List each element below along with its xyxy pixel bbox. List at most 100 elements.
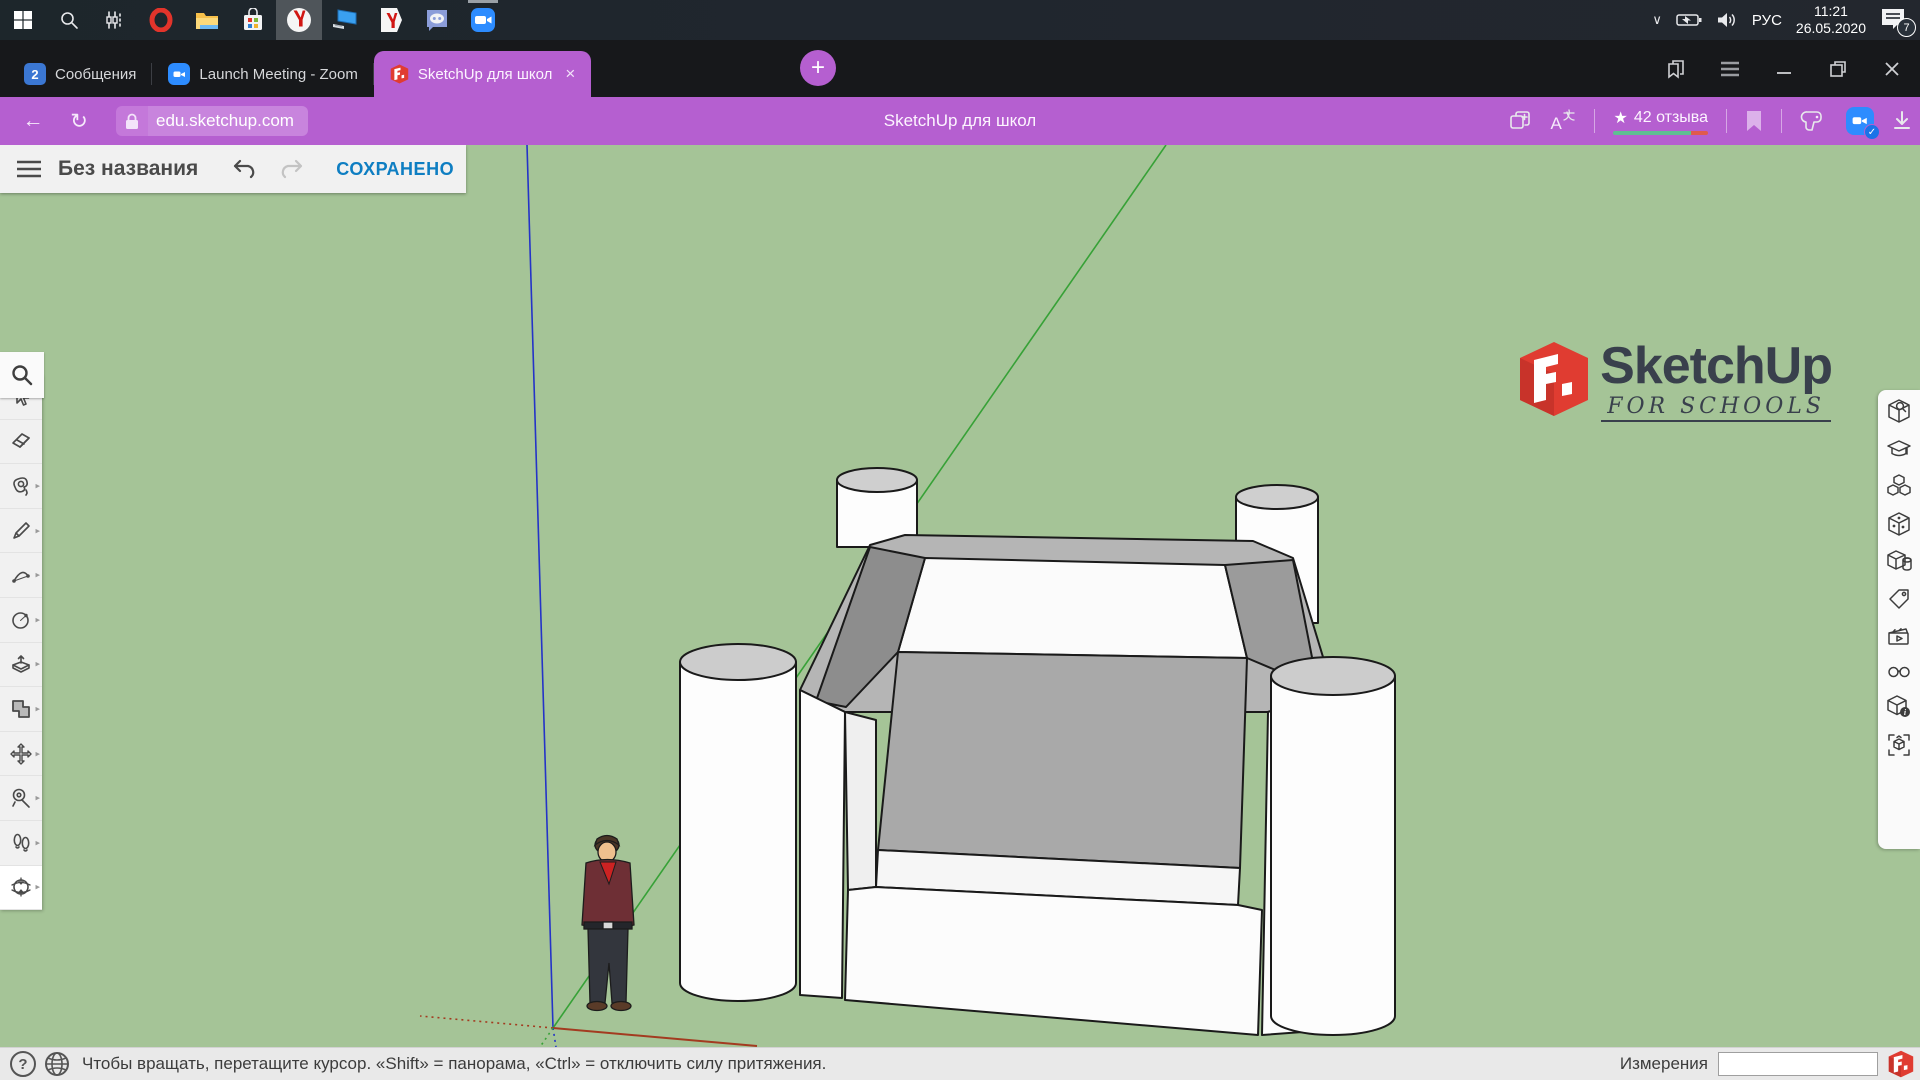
tab-zoom-meeting[interactable]: Launch Meeting - Zoom	[152, 51, 373, 97]
document-title[interactable]: Без названия	[58, 157, 198, 181]
tower-front-right	[1271, 657, 1395, 1035]
tool-circle[interactable]: ▸	[0, 598, 42, 643]
taskbar-zoom-button[interactable]	[460, 0, 506, 40]
reload-button[interactable]: ↻	[56, 109, 102, 134]
action-center-button[interactable]: 7	[1880, 7, 1910, 33]
translate-icon[interactable]: A	[1550, 108, 1576, 134]
castle-model[interactable]	[680, 468, 1395, 1035]
add-to-collection-icon[interactable]	[1508, 109, 1532, 133]
app-menu-button[interactable]	[0, 160, 58, 178]
left-wall-front	[800, 690, 845, 998]
battery-icon[interactable]	[1676, 13, 1702, 27]
volume-icon[interactable]	[1716, 11, 1738, 29]
windows-taskbar: ∨ РУС 11:21 26.05.2020 7	[0, 0, 1920, 40]
menu-icon	[1720, 61, 1740, 77]
search-tool-button[interactable]	[0, 352, 44, 398]
scenes-icon[interactable]	[1886, 623, 1912, 649]
new-tab-button[interactable]: +	[800, 50, 836, 86]
translate-kana-glyph	[1562, 108, 1576, 122]
sketchup-canvas[interactable]: SketchUp FOR SCHOOLS	[0, 145, 1920, 1047]
tray-date: 26.05.2020	[1796, 20, 1866, 38]
model-info-icon[interactable]: i	[1886, 694, 1912, 720]
front-wall	[845, 887, 1262, 1035]
taskbar-opera-button[interactable]	[138, 0, 184, 40]
taskbar-computer-button[interactable]	[322, 0, 368, 40]
push-pull-icon	[9, 652, 33, 676]
flyout-arrow: ▸	[35, 793, 40, 804]
entity-info-icon[interactable]	[1886, 398, 1912, 424]
courtyard-floor	[878, 652, 1247, 868]
language-indicator[interactable]: РУС	[1752, 12, 1782, 29]
minimize-icon	[1775, 60, 1793, 78]
pencil-icon	[9, 519, 33, 543]
restore-button[interactable]	[1818, 49, 1858, 89]
close-button[interactable]	[1872, 49, 1912, 89]
zoom-extension-badge[interactable]: ✓	[1846, 107, 1874, 135]
tower-front-left	[680, 644, 796, 1001]
components-icon[interactable]	[1886, 473, 1912, 499]
minimize-button[interactable]	[1764, 49, 1804, 89]
bookmark-icon[interactable]	[1745, 110, 1763, 132]
tab-close-button[interactable]: ×	[565, 64, 575, 84]
tab-sketchup[interactable]: SketchUp для школ ×	[374, 51, 591, 97]
redo-button[interactable]	[278, 158, 324, 180]
logo-subtitle: FOR SCHOOLS	[1601, 394, 1831, 422]
taskbar-explorer-button[interactable]	[184, 0, 230, 40]
language-globe-button[interactable]	[44, 1051, 70, 1077]
eraser-icon	[9, 429, 33, 453]
flyout-arrow: ▸	[35, 703, 40, 714]
unread-count-badge: 2	[24, 63, 46, 85]
taskbar-clock[interactable]: 11:21 26.05.2020	[1796, 3, 1866, 38]
tool-eraser[interactable]	[0, 420, 42, 465]
task-view-button[interactable]	[92, 0, 138, 40]
downloads-icon[interactable]	[1892, 110, 1912, 132]
tool-orbit[interactable]: ▸	[0, 866, 42, 911]
url-field[interactable]: edu.sketchup.com	[148, 106, 308, 136]
scale-figure[interactable]	[582, 836, 634, 1011]
measurements-label: Измерения	[1620, 1054, 1708, 1074]
materials-icon[interactable]	[1886, 511, 1912, 537]
undo-button[interactable]	[232, 158, 278, 180]
measurements-input[interactable]	[1718, 1052, 1878, 1076]
tab-title: Launch Meeting - Zoom	[199, 66, 357, 83]
protect-icon[interactable]	[1800, 109, 1828, 133]
start-button[interactable]	[0, 0, 46, 40]
hidden-icons-chevron[interactable]: ∨	[1652, 12, 1662, 28]
site-security-badge[interactable]	[116, 106, 148, 136]
save-status[interactable]: СОХРАНЕНО	[336, 159, 454, 180]
taskbar-yandex-button[interactable]	[368, 0, 414, 40]
tags-icon[interactable]	[1886, 586, 1912, 612]
flyout-arrow: ▸	[35, 480, 40, 491]
soften-edges-icon[interactable]	[1886, 732, 1912, 758]
bookmarks-panel-button[interactable]	[1656, 49, 1696, 89]
tool-tape-measure[interactable]: ▸	[0, 776, 42, 821]
orbit-icon	[9, 875, 33, 899]
left-step-face	[845, 712, 876, 890]
taskbar-search-button[interactable]	[46, 0, 92, 40]
styles-icon[interactable]	[1886, 548, 1912, 574]
browser-menu-button[interactable]	[1710, 49, 1750, 89]
display-glasses-icon[interactable]	[1886, 661, 1912, 683]
tab-messages[interactable]: 2 Сообщения	[8, 51, 152, 97]
redo-icon	[278, 158, 304, 180]
taskbar-store-button[interactable]	[230, 0, 276, 40]
tool-pencil[interactable]: ▸	[0, 509, 42, 554]
tool-walk[interactable]: ▸	[0, 821, 42, 866]
help-button[interactable]: ?	[10, 1051, 36, 1077]
tool-paint-bucket[interactable]: ▸	[0, 464, 42, 509]
taskbar-yandex-browser-button[interactable]	[276, 0, 322, 40]
back-button[interactable]: ←	[10, 109, 56, 133]
logo-title: SketchUp	[1600, 340, 1832, 392]
tool-shapes[interactable]: ▸	[0, 687, 42, 732]
tool-two-point-arc[interactable]: ▸	[0, 553, 42, 598]
tool-push-pull[interactable]: ▸	[0, 643, 42, 688]
browser-address-bar: SketchUp для школ ← ↻ edu.sketchup.com A	[0, 97, 1920, 145]
taskbar-discord-button[interactable]	[414, 0, 460, 40]
tool-move[interactable]: ▸	[0, 732, 42, 777]
notification-count-badge: 7	[1897, 18, 1916, 37]
discord-icon	[424, 7, 450, 33]
undo-icon	[232, 158, 258, 180]
instructor-icon[interactable]	[1886, 436, 1912, 462]
site-rating[interactable]: ★ 42 отзыва	[1613, 108, 1708, 135]
inner-back-wall	[898, 558, 1247, 658]
